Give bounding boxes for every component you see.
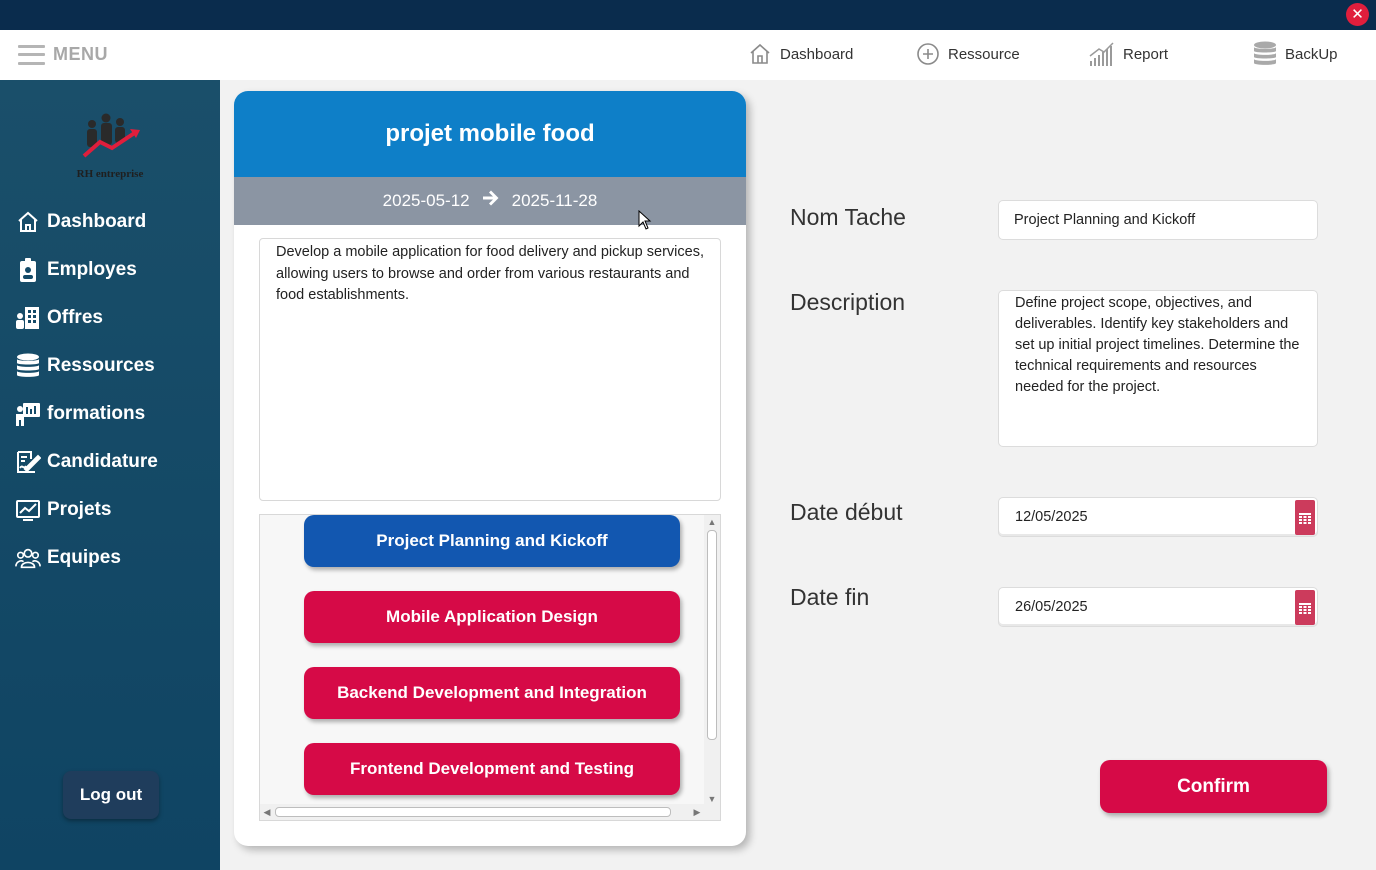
sidebar-item-employes[interactable]: Employes	[15, 255, 137, 285]
close-window-button[interactable]: ✕	[1346, 3, 1369, 26]
nom-tache-label: Nom Tache	[790, 204, 906, 230]
date-fin-picker[interactable]: 26/05/2025	[998, 587, 1318, 627]
topnav-report-label: Report	[1123, 45, 1169, 63]
date-debut-label: Date début	[790, 499, 903, 525]
description-textarea[interactable]: Define project scope, objectives, and de…	[998, 290, 1318, 447]
project-end-date: 2025-11-28	[511, 191, 598, 210]
logo-text: RH entreprise	[76, 168, 144, 180]
sidebar: RH entreprise Dashboard Employes Offres …	[0, 80, 220, 870]
topnav-dashboard[interactable]: Dashboard	[748, 40, 853, 68]
sidebar-item-formations[interactable]: formations	[15, 399, 145, 429]
topnav-report[interactable]: Report	[1089, 40, 1168, 68]
task-button-project-planning[interactable]: Project Planning and Kickoff	[304, 515, 680, 567]
menu-label: MENU	[53, 44, 108, 64]
presentation-icon	[15, 401, 41, 427]
hamburger-icon	[18, 44, 45, 65]
horizontal-scrollbar[interactable]: ◀ ▶	[260, 804, 720, 820]
logo-graphic	[82, 113, 140, 158]
sidebar-item-equipes-label: Equipes	[47, 547, 121, 568]
date-debut-value[interactable]: 12/05/2025	[1015, 498, 1088, 536]
project-description: Develop a mobile application for food de…	[259, 238, 721, 501]
scroll-right-icon[interactable]: ▶	[690, 804, 704, 820]
sidebar-item-dashboard[interactable]: Dashboard	[15, 207, 146, 237]
sidebar-item-formations-label: formations	[47, 403, 146, 424]
sidebar-item-candidature[interactable]: Candidature	[15, 447, 158, 477]
signature-icon	[15, 449, 41, 475]
plus-circle-icon	[917, 43, 939, 65]
calendar-icon[interactable]	[1295, 500, 1315, 535]
building-icon	[15, 305, 41, 331]
date-debut-picker[interactable]: 12/05/2025	[998, 497, 1318, 537]
sidebar-item-offres[interactable]: Offres	[15, 303, 103, 333]
description-label: Description	[790, 289, 906, 315]
nom-tache-input[interactable]: Project Planning and Kickoff	[998, 200, 1318, 240]
project-card: projet mobile food 2025-05-12 2025-11-28…	[234, 91, 746, 846]
logout-button[interactable]: Log out	[63, 771, 159, 819]
task-list[interactable]: Project Planning and Kickoff Mobile Appl…	[259, 514, 721, 821]
sidebar-item-ressources-label: Ressources	[47, 355, 155, 376]
scroll-up-icon[interactable]: ▲	[704, 516, 720, 528]
title-bar: ✕	[0, 0, 1376, 30]
calendar-icon[interactable]	[1295, 590, 1315, 625]
topnav-backup-label: BackUp	[1285, 45, 1338, 63]
chart-board-icon	[15, 497, 41, 523]
date-fin-label: Date fin	[790, 584, 870, 610]
database-icon	[1254, 41, 1276, 65]
sidebar-item-offres-label: Offres	[47, 307, 103, 328]
topnav-backup[interactable]: BackUp	[1253, 40, 1338, 68]
date-fin-value[interactable]: 26/05/2025	[1015, 588, 1088, 626]
database-icon	[15, 353, 41, 379]
project-start-date: 2025-05-12	[382, 191, 470, 210]
team-icon	[15, 545, 41, 571]
vertical-scroll-thumb[interactable]	[707, 530, 717, 740]
top-navigation: MENU Dashboard Ressource Report BackUp	[0, 30, 1376, 80]
home-icon	[750, 43, 770, 64]
project-dates: 2025-05-12 2025-11-28	[234, 177, 746, 225]
bar-chart-icon	[1089, 42, 1114, 66]
sidebar-item-projets[interactable]: Projets	[15, 495, 111, 525]
topnav-dashboard-label: Dashboard	[780, 45, 854, 63]
sidebar-item-equipes[interactable]: Equipes	[15, 543, 121, 573]
sidebar-item-projets-label: Projets	[47, 499, 112, 520]
task-button-frontend-development[interactable]: Frontend Development and Testing	[304, 743, 680, 795]
horizontal-scroll-thumb[interactable]	[275, 807, 671, 817]
project-title: projet mobile food	[234, 91, 746, 177]
sidebar-item-ressources[interactable]: Ressources	[15, 351, 155, 381]
company-logo: RH entreprise	[70, 108, 150, 183]
vertical-scrollbar[interactable]: ▲ ▼	[704, 515, 720, 805]
employee-badge-icon	[15, 257, 41, 283]
confirm-button[interactable]: Confirm	[1100, 760, 1327, 813]
home-icon	[15, 209, 41, 235]
arrow-right-icon	[482, 189, 500, 213]
sidebar-item-candidature-label: Candidature	[47, 451, 158, 472]
scroll-left-icon[interactable]: ◀	[260, 804, 274, 820]
topnav-ressource-label: Ressource	[948, 45, 1020, 63]
menu-toggle-button[interactable]: MENU	[18, 44, 108, 65]
mouse-cursor-icon	[638, 210, 652, 230]
sidebar-item-employes-label: Employes	[47, 259, 137, 280]
task-button-backend-development[interactable]: Backend Development and Integration	[304, 667, 680, 719]
sidebar-item-dashboard-label: Dashboard	[47, 211, 147, 232]
topnav-ressource[interactable]: Ressource	[916, 40, 1020, 68]
task-button-mobile-design[interactable]: Mobile Application Design	[304, 591, 680, 643]
